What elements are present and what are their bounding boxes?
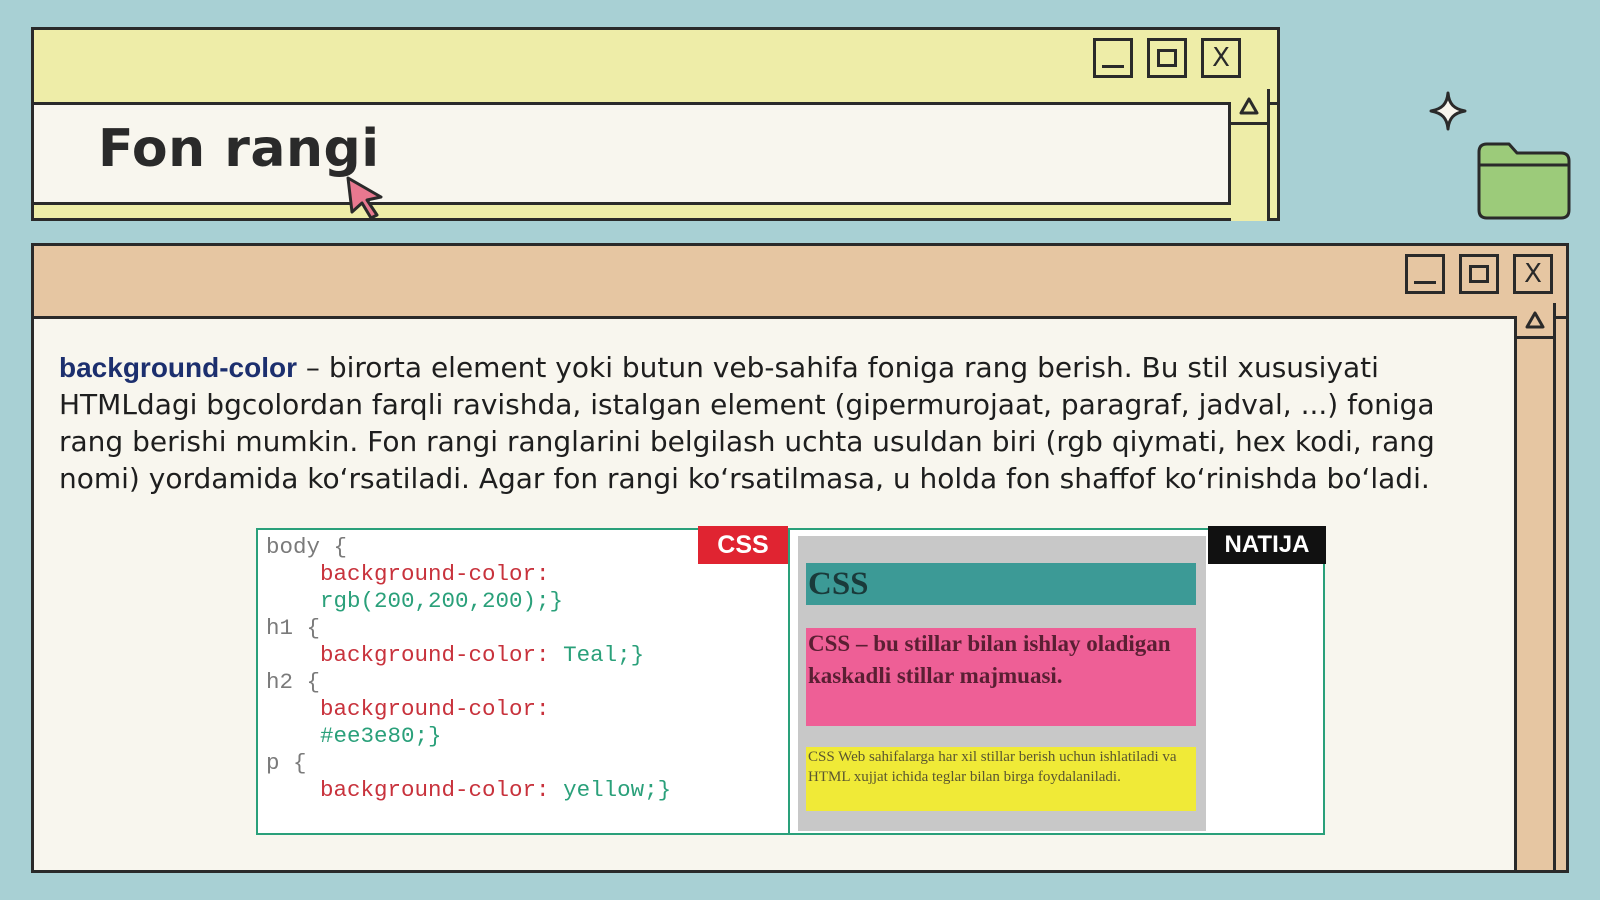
scroll-up-button[interactable] bbox=[1231, 89, 1267, 125]
code-value: Teal;} bbox=[563, 642, 645, 668]
maximize-button[interactable] bbox=[1147, 38, 1187, 78]
content-window-scrollbar[interactable] bbox=[1517, 303, 1556, 870]
content-window-body: background-color – birorta element yoki … bbox=[34, 319, 1517, 870]
code-value: rgb(200,200,200);} bbox=[320, 588, 564, 614]
code-line: body { bbox=[266, 534, 348, 560]
code-property: background-color: bbox=[320, 642, 564, 668]
code-property: background-color: bbox=[320, 561, 550, 587]
content-window-subbar bbox=[34, 303, 1566, 319]
code-value: yellow;} bbox=[563, 777, 672, 803]
folder-icon[interactable] bbox=[1476, 140, 1572, 222]
triangle-up-icon bbox=[1525, 311, 1545, 328]
cursor-arrow-icon bbox=[346, 176, 383, 220]
minimize-button[interactable] bbox=[1093, 38, 1133, 78]
minimize-icon bbox=[1102, 64, 1124, 68]
code-line: h2 { bbox=[266, 669, 321, 695]
demo-heading-2: CSS – bu stillar bilan ishlay oladigan k… bbox=[806, 628, 1196, 726]
code-line: h1 { bbox=[266, 615, 321, 641]
term-background-color: background-color bbox=[59, 352, 298, 383]
result-label-badge: NATIJA bbox=[1208, 526, 1326, 564]
demo-paragraph: CSS Web sahifalarga har xil stillar beri… bbox=[806, 747, 1196, 811]
maximize-icon bbox=[1469, 265, 1489, 283]
title-window-scrollbar[interactable] bbox=[1231, 89, 1270, 221]
code-panel: body { background-color: rgb(200,200,200… bbox=[256, 528, 790, 835]
content-window: X background-color – birorta element yok… bbox=[31, 243, 1569, 873]
title-window-titlebar[interactable]: X bbox=[34, 30, 1277, 92]
maximize-button[interactable] bbox=[1459, 254, 1499, 294]
code-property: background-color: bbox=[320, 777, 564, 803]
css-example-figure: body { background-color: rgb(200,200,200… bbox=[256, 526, 1326, 837]
code-line: p { bbox=[266, 750, 307, 776]
title-window-content: Fon rangi bbox=[34, 105, 1231, 220]
triangle-up-icon bbox=[1239, 97, 1259, 114]
minimize-icon bbox=[1414, 280, 1436, 284]
css-label-badge: CSS bbox=[698, 526, 788, 564]
minimize-button[interactable] bbox=[1405, 254, 1445, 294]
close-button[interactable]: X bbox=[1513, 254, 1553, 294]
close-icon: X bbox=[1212, 43, 1230, 73]
code-value: #ee3e80;} bbox=[320, 723, 442, 749]
demo-heading-1: CSS bbox=[806, 563, 1196, 605]
css-code: body { background-color: rgb(200,200,200… bbox=[266, 534, 671, 804]
code-property: background-color: bbox=[320, 696, 550, 722]
content-window-titlebar[interactable]: X bbox=[34, 246, 1566, 306]
title-window-subbar bbox=[34, 89, 1277, 105]
description-paragraph: background-color – birorta element yoki … bbox=[59, 349, 1489, 497]
demo-body: CSS CSS – bu stillar bilan ishlay oladig… bbox=[798, 536, 1206, 831]
close-button[interactable]: X bbox=[1201, 38, 1241, 78]
scroll-up-button[interactable] bbox=[1517, 303, 1553, 339]
result-panel: CSS CSS – bu stillar bilan ishlay oladig… bbox=[788, 528, 1325, 835]
sparkle-icon bbox=[1429, 91, 1467, 131]
title-window: X Fon rangi bbox=[31, 27, 1280, 221]
maximize-icon bbox=[1157, 49, 1177, 67]
close-icon: X bbox=[1524, 259, 1542, 289]
page-title: Fon rangi bbox=[98, 119, 380, 179]
